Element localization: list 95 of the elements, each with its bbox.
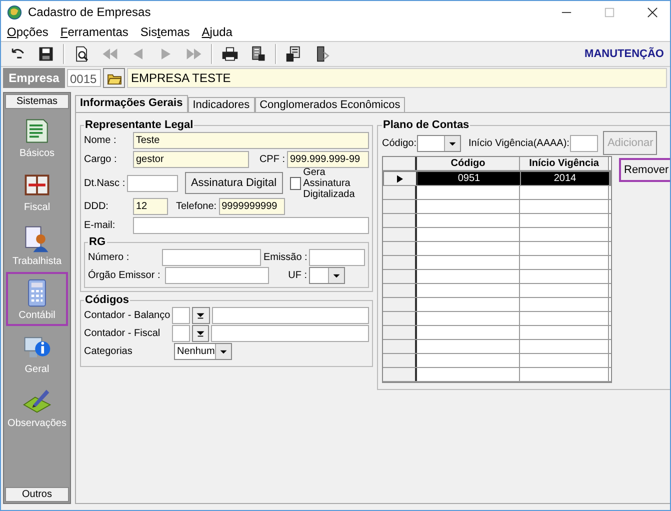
- field-label: Telefone:: [176, 201, 217, 212]
- company-label: Empresa: [3, 68, 65, 88]
- column-header: Código: [417, 157, 520, 170]
- table-cell: 0951: [418, 172, 521, 185]
- row-header[interactable]: [383, 312, 417, 325]
- row-header[interactable]: [383, 354, 417, 367]
- cpf-field[interactable]: 999.999.999-99: [287, 151, 369, 168]
- company-name-field[interactable]: EMPRESA TESTE: [127, 68, 667, 88]
- start-year-field[interactable]: [570, 134, 598, 152]
- category-dropdown[interactable]: Nenhum: [174, 342, 232, 360]
- row-header[interactable]: [383, 284, 417, 297]
- field-label: Categorias: [84, 346, 134, 356]
- group-title: RG: [88, 236, 106, 248]
- open-button[interactable]: [103, 68, 125, 88]
- row-header[interactable]: [383, 214, 417, 227]
- menu-item[interactable]: Sistemas: [140, 25, 190, 39]
- group-title: Representante Legal: [84, 119, 194, 131]
- name-field[interactable]: Teste: [132, 132, 369, 149]
- digital-signature-button[interactable]: Assinatura Digital: [184, 172, 283, 194]
- row-header[interactable]: [383, 270, 417, 283]
- birth-date-field[interactable]: [127, 174, 178, 192]
- description-field[interactable]: [211, 324, 369, 342]
- code-field[interactable]: [172, 324, 190, 342]
- row-pointer-icon: [397, 174, 403, 182]
- row-header[interactable]: [383, 200, 417, 213]
- row-header[interactable]: [383, 242, 417, 255]
- remove-button[interactable]: Remover: [619, 158, 670, 182]
- field-label: UF :: [288, 270, 307, 280]
- row-header[interactable]: [383, 228, 417, 241]
- menu-item[interactable]: Opções: [7, 25, 48, 39]
- checkbox-label: Gera Assinatura Digitalizada: [303, 166, 356, 200]
- tab[interactable]: Conglomerados Econômicos: [254, 97, 406, 112]
- table-row[interactable]: 0951 2014: [383, 171, 611, 186]
- corner-cell: [383, 157, 417, 170]
- window-title: Cadastro de Empresas: [28, 5, 151, 19]
- folder-icon: [106, 72, 122, 84]
- field-label: Dt.Nasc :: [84, 178, 126, 188]
- field-label: Contador - Fiscal: [84, 328, 162, 338]
- report-icon[interactable]: [249, 45, 267, 63]
- printer-icon[interactable]: [221, 45, 239, 63]
- tab[interactable]: Informações Gerais: [75, 95, 188, 112]
- column-header: Início Vigência: [520, 157, 609, 170]
- table-cell: 2014: [521, 172, 610, 185]
- field-label: Início Vigência(AAAA):: [468, 138, 570, 148]
- row-header[interactable]: [383, 186, 417, 199]
- field-label: Órgão Emissor :: [88, 270, 162, 280]
- phone-field[interactable]: 9999999999: [218, 198, 285, 215]
- row-header[interactable]: [383, 340, 417, 353]
- rg-number-field[interactable]: [162, 248, 262, 266]
- issue-date-field[interactable]: [309, 248, 365, 266]
- description-field[interactable]: [212, 306, 369, 324]
- field-label: CPF :: [259, 154, 285, 165]
- role-field[interactable]: gestor: [133, 151, 249, 168]
- code-field[interactable]: [172, 306, 190, 324]
- dropdown-icon: [444, 136, 460, 150]
- email-field[interactable]: [132, 217, 369, 234]
- menu-item[interactable]: Ajuda: [202, 25, 232, 39]
- state-dropdown[interactable]: [309, 266, 345, 284]
- download-icon: [196, 310, 206, 320]
- field-label: Número :: [88, 252, 130, 262]
- field-label: Nome :: [84, 135, 118, 146]
- maximize-icon: [604, 6, 615, 18]
- lookup-button[interactable]: [192, 306, 210, 324]
- field-label: Emissão :: [263, 252, 308, 262]
- lookup-button[interactable]: [192, 324, 210, 342]
- code-dropdown[interactable]: [417, 134, 462, 152]
- document-icon[interactable]: [285, 45, 303, 63]
- issuer-field[interactable]: [165, 266, 269, 284]
- checkbox[interactable]: [290, 176, 302, 190]
- row-header[interactable]: [383, 368, 417, 381]
- row-header[interactable]: [383, 298, 417, 311]
- group-title: Plano de Contas: [382, 119, 470, 131]
- app-icon: [7, 4, 22, 20]
- tab[interactable]: Indicadores: [188, 97, 255, 112]
- field-label: DDD:: [84, 201, 110, 212]
- download-icon: [196, 328, 206, 338]
- sidebar-footer[interactable]: Outros: [5, 487, 69, 502]
- mode-label: MANUTENÇÃO: [584, 48, 664, 60]
- field-label: Cargo :: [84, 154, 118, 165]
- sidebar-header[interactable]: Sistemas: [5, 94, 69, 109]
- dropdown-icon: [328, 268, 344, 282]
- row-header[interactable]: [383, 326, 417, 339]
- preview-icon[interactable]: [73, 45, 91, 63]
- company-code-field[interactable]: 0015: [67, 69, 101, 87]
- menu-item[interactable]: Ferramentas: [60, 25, 128, 39]
- field-label: Contador - Balanço: [84, 310, 170, 320]
- row-header[interactable]: [383, 256, 417, 269]
- dropdown-icon: [215, 344, 231, 358]
- field-label: Código:: [382, 138, 416, 148]
- row-header[interactable]: [384, 172, 418, 185]
- save-icon[interactable]: [37, 45, 55, 63]
- field-label: E-mail:: [84, 220, 116, 231]
- group-title: Códigos: [84, 294, 130, 306]
- ddd-field[interactable]: 12: [133, 198, 168, 215]
- close-icon[interactable]: [647, 6, 658, 18]
